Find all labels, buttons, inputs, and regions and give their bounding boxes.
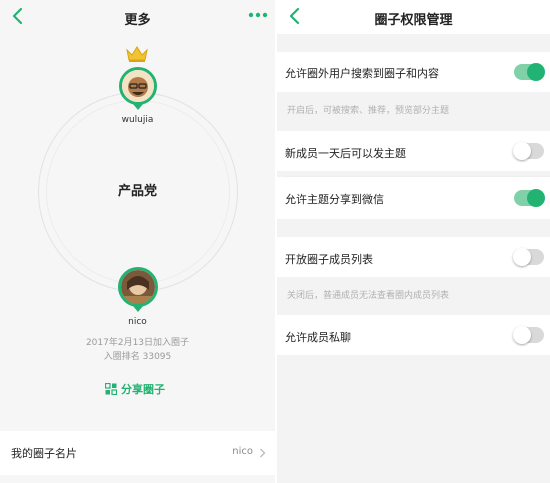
share-circle-icon <box>105 383 117 395</box>
owner-avatar[interactable] <box>119 67 157 105</box>
setting-row-search-visibility[interactable]: 允许圈外用户搜索到圈子和内容 <box>277 52 550 92</box>
more-dots-icon[interactable] <box>247 6 269 24</box>
avatar-illustration <box>122 70 154 102</box>
setting-label: 开放圈子成员列表 <box>285 253 373 266</box>
my-group-card-label: 我的圈子名片 <box>11 447 77 460</box>
nav-bar: 圈子权限管理 <box>277 0 550 34</box>
my-group-card-row[interactable]: 我的圈子名片 nico <box>0 431 275 475</box>
avatar-illustration <box>121 270 155 304</box>
page-title: 圈子权限管理 <box>374 13 453 28</box>
group-name: 产品党 <box>117 184 157 199</box>
setting-label: 允许主题分享到微信 <box>285 193 384 206</box>
toggle-knob <box>513 326 531 344</box>
group-info-screen: 更多 wulujia 产品党 nico 2017年2月13日加入圈子 入圈排名 … <box>0 0 275 483</box>
avatar-pin <box>133 306 143 312</box>
toggle-knob <box>527 189 545 207</box>
share-group-button[interactable]: 分享圈子 <box>105 381 165 397</box>
page-title: 更多 <box>124 13 151 28</box>
join-rank: 入圈排名 33095 <box>103 352 172 362</box>
chevron-right-icon <box>260 448 266 458</box>
setting-hint: 开启后，可被搜索、推荐，预览部分主题 <box>287 106 450 116</box>
avatar-pin <box>133 104 143 110</box>
setting-label: 允许成员私聊 <box>285 331 351 344</box>
join-date: 2017年2月13日加入圈子 <box>85 338 190 348</box>
toggle-switch[interactable] <box>513 142 544 160</box>
toggle-knob <box>513 248 531 266</box>
crown-icon <box>126 46 148 62</box>
toggle-knob <box>527 63 545 81</box>
permission-settings-screen: 圈子权限管理 允许圈外用户搜索到圈子和内容 开启后，可被搜索、推荐，预览部分主题… <box>277 0 550 483</box>
my-group-card-value: nico <box>232 446 253 457</box>
setting-row-member-list[interactable]: 开放圈子成员列表 <box>277 237 550 277</box>
owner-name: wulujia <box>121 115 154 125</box>
toggle-knob <box>513 142 531 160</box>
toggle-switch[interactable] <box>514 63 545 81</box>
toggle-switch[interactable] <box>514 189 545 207</box>
setting-label: 允许圈外用户搜索到圈子和内容 <box>285 67 439 80</box>
nav-bar: 更多 <box>0 0 275 34</box>
setting-row-new-member-post[interactable]: 新成员一天后可以发主题 <box>277 131 550 171</box>
setting-row-private-chat[interactable]: 允许成员私聊 <box>277 315 550 355</box>
setting-row-share-wechat[interactable]: 允许主题分享到微信 <box>277 177 550 219</box>
setting-label: 新成员一天后可以发主题 <box>285 147 406 160</box>
member-name: nico <box>128 317 147 327</box>
share-group-label: 分享圈子 <box>121 383 165 396</box>
setting-hint: 关闭后，普通成员无法查看圈内成员列表 <box>287 291 450 301</box>
toggle-switch[interactable] <box>513 248 544 266</box>
member-avatar[interactable] <box>118 267 158 307</box>
toggle-switch[interactable] <box>513 326 544 344</box>
